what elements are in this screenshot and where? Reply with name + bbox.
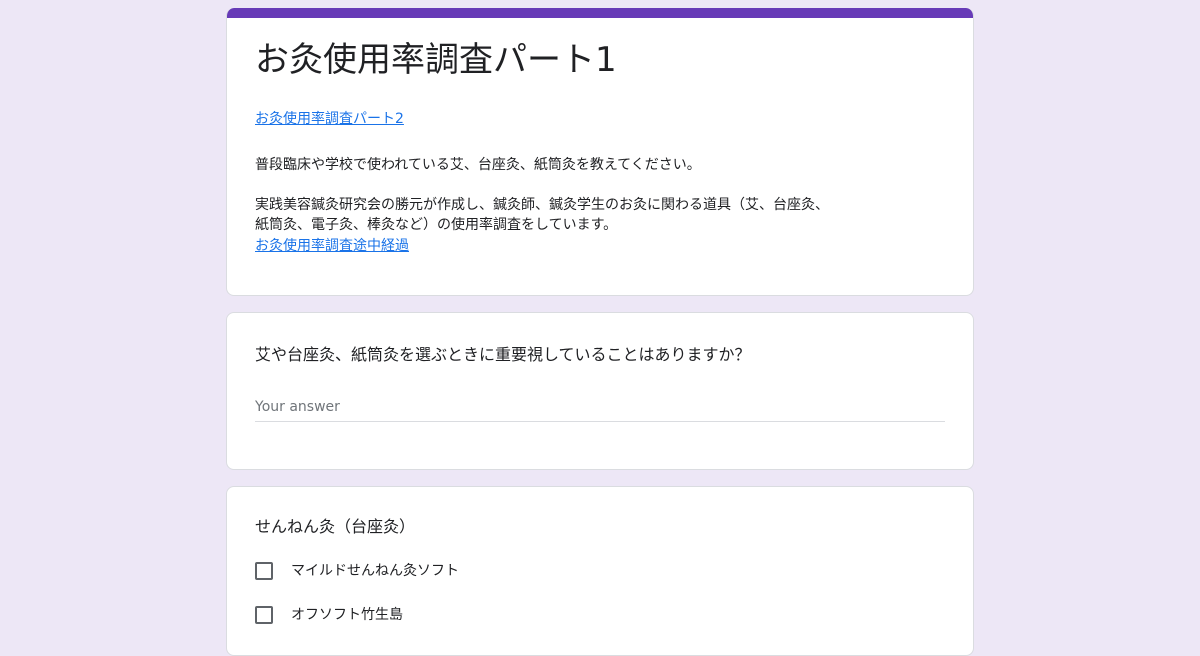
checkbox-label: オフソフト竹生島 <box>291 607 403 623</box>
question-title: せんねん灸（台座灸） <box>255 517 416 536</box>
checkbox[interactable] <box>255 606 273 624</box>
answer-input[interactable] <box>255 395 945 422</box>
form-container: お灸使用率調査パート1 お灸使用率調査パート2 普段臨床や学校で使われている艾、… <box>226 8 974 656</box>
question-card-1: 艾や台座灸、紙筒灸を選ぶときに重要視していることはありますか？ <box>226 312 974 470</box>
form-description-1: 普段臨床や学校で使われている艾、台座灸、紙筒灸を教えてください。 <box>255 157 701 173</box>
part2-link[interactable]: お灸使用率調査パート2 <box>255 111 404 127</box>
question-title: 艾や台座灸、紙筒灸を選ぶときに重要視していることはありますか？ <box>255 345 751 364</box>
question-card-2: せんねん灸（台座灸） マイルドせんねん灸ソフト オフソフト竹生島 <box>226 486 974 656</box>
form-header-card: お灸使用率調査パート1 お灸使用率調査パート2 普段臨床や学校で使われている艾、… <box>226 8 974 296</box>
form-description-2a: 実践美容鍼灸研究会の勝元が作成し、鍼灸師、鍼灸学生のお灸に関わる道具（艾、台座灸… <box>255 197 829 213</box>
checkbox-option[interactable]: マイルドせんねん灸ソフト <box>255 559 945 583</box>
accent-bar <box>227 8 973 18</box>
progress-link[interactable]: お灸使用率調査途中経過 <box>255 238 409 254</box>
form-title: お灸使用率調査パート1 <box>255 40 617 80</box>
checkbox-option[interactable]: オフソフト竹生島 <box>255 603 945 627</box>
checkbox-label: マイルドせんねん灸ソフト <box>291 563 459 579</box>
form-description-2b: 紙筒灸、電子灸、棒灸など）の使用率調査をしています。 <box>255 217 618 233</box>
checkbox-list: マイルドせんねん灸ソフト オフソフト竹生島 <box>255 559 945 627</box>
checkbox[interactable] <box>255 562 273 580</box>
